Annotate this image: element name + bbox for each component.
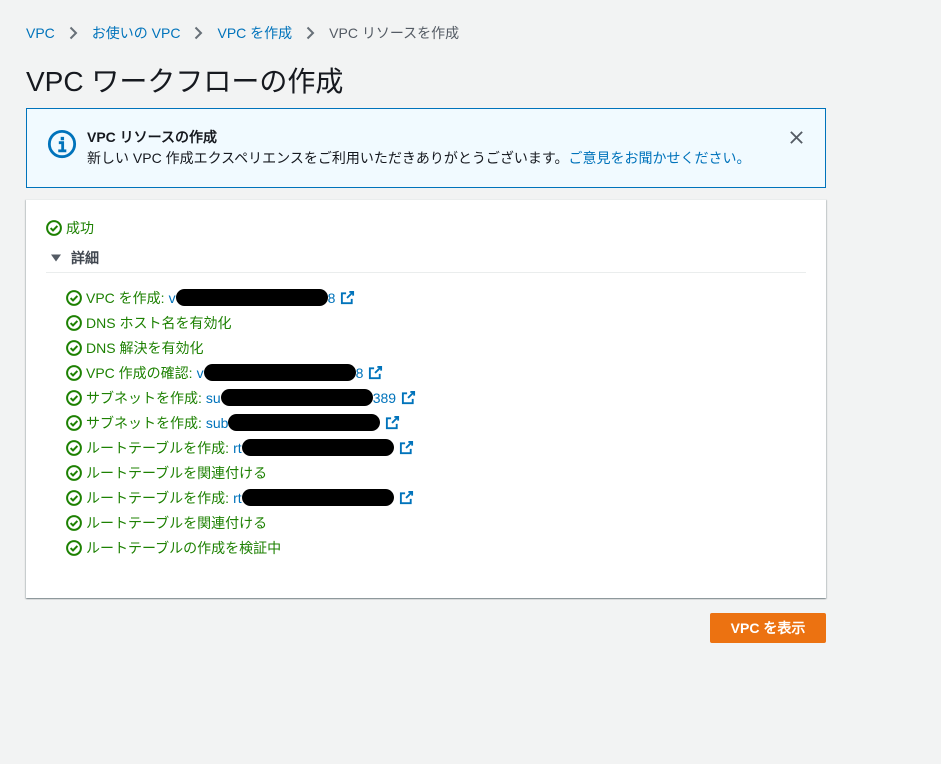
status-success-icon [66, 514, 82, 531]
status-indicator: 成功 [46, 218, 806, 238]
resource-id-suffix: 8 [355, 364, 364, 381]
caret-down-icon [51, 254, 61, 262]
resource-id-prefix: v [196, 364, 204, 381]
step-item: ルートテーブルの作成を検証中 [66, 535, 806, 560]
step-item: サブネットを作成: su 389 [66, 385, 806, 410]
flash-message-line: 新しい VPC 作成エクスペリエンスをご利用いただきありがとうございます。ご意見… [87, 147, 765, 169]
step-label: ルートテーブルを関連付ける [86, 514, 268, 531]
chevron-right-icon [69, 26, 78, 40]
resource-link[interactable]: v8 [197, 364, 384, 381]
step-label: VPC を作成: [86, 289, 165, 306]
resource-link[interactable]: rt [233, 489, 414, 506]
redaction-bar [241, 489, 394, 506]
step-label: ルートテーブルを作成: [86, 439, 230, 456]
step-label: ルートテーブルを関連付ける [86, 464, 268, 481]
status-success-icon [66, 489, 82, 506]
redaction-bar [228, 414, 381, 431]
external-link-icon[interactable] [399, 490, 414, 505]
step-label: VPC 作成の確認: [86, 364, 193, 381]
status-label: 成功 [66, 220, 94, 236]
breadcrumb-vpc-link[interactable]: VPC [26, 24, 55, 42]
status-success-icon [66, 389, 82, 406]
status-success-icon [46, 220, 62, 236]
status-success-icon [66, 314, 82, 331]
creation-result-container: 成功 詳細 VPC を作成: v8 DNS ホスト名を有効化 DNS 解決を有効… [26, 199, 826, 598]
step-label: ルートテーブルを作成: [86, 489, 230, 506]
step-label: サブネットを作成: [86, 389, 202, 406]
view-vpc-button[interactable]: VPC を表示 [710, 613, 826, 643]
breadcrumb: VPC お使いの VPC VPC を作成 VPC リソースを作成 [26, 24, 459, 42]
step-item: VPC を作成: v8 [66, 285, 806, 310]
step-label: ルートテーブルの作成を検証中 [86, 539, 282, 556]
chevron-right-icon [195, 26, 203, 40]
step-item: ルートテーブルを作成: rt [66, 485, 806, 510]
external-link-icon[interactable] [368, 365, 383, 380]
breadcrumb-your-vpcs-link[interactable]: お使いの VPC [92, 24, 181, 42]
status-success-icon [66, 539, 82, 556]
chevron-right-icon [306, 26, 315, 40]
resource-id-prefix: v [168, 289, 176, 306]
details-toggle-label: 詳細 [71, 250, 99, 266]
redaction-bar [241, 439, 394, 456]
feedback-link[interactable]: ご意見をお聞かせください。 [568, 150, 750, 166]
resource-id-prefix: sub [205, 414, 229, 431]
step-list: VPC を作成: v8 DNS ホスト名を有効化 DNS 解決を有効化 VPC … [46, 273, 806, 560]
step-item: サブネットを作成: sub [66, 410, 806, 435]
step-item: DNS ホスト名を有効化 [66, 310, 806, 335]
step-item: ルートテーブルを関連付ける [66, 510, 806, 535]
close-icon [789, 130, 803, 144]
info-flash: VPC リソースの作成 新しい VPC 作成エクスペリエンスをご利用いただきあり… [26, 108, 826, 188]
flash-message: 新しい VPC 作成エクスペリエンスをご利用いただきありがとうございます。 [87, 150, 569, 166]
step-item: ルートテーブルを関連付ける [66, 460, 806, 485]
resource-id-prefix: su [205, 389, 221, 406]
step-item: DNS 解決を有効化 [66, 335, 806, 360]
resource-link[interactable]: rt [233, 439, 414, 456]
status-success-icon [66, 339, 82, 356]
step-label: DNS 解決を有効化 [86, 339, 204, 356]
flash-content: VPC リソースの作成 新しい VPC 作成エクスペリエンスをご利用いただきあり… [87, 127, 765, 169]
status-success-icon [66, 364, 82, 381]
dismiss-button[interactable] [784, 125, 808, 149]
resource-id-suffix: 389 [372, 389, 397, 406]
resource-link[interactable]: v8 [169, 289, 356, 306]
resource-id-prefix: rt [233, 489, 242, 506]
step-label: DNS ホスト名を有効化 [86, 314, 232, 331]
breadcrumb-current-page: VPC リソースを作成 [329, 25, 460, 41]
resource-id-suffix: 8 [327, 289, 336, 306]
external-link-icon[interactable] [401, 390, 416, 405]
status-success-icon [66, 289, 82, 306]
status-success-icon [66, 414, 82, 431]
step-item: VPC 作成の確認: v8 [66, 360, 806, 385]
resource-link[interactable]: sub [206, 414, 401, 431]
resource-link[interactable]: su 389 [206, 389, 416, 406]
step-item: ルートテーブルを作成: rt [66, 435, 806, 460]
external-link-icon[interactable] [399, 440, 414, 455]
external-link-icon[interactable] [340, 290, 355, 305]
status-success-icon [66, 464, 82, 481]
resource-id-prefix: rt [233, 439, 242, 456]
status-success-icon [66, 439, 82, 456]
flash-title: VPC リソースの作成 [87, 129, 217, 145]
page-title: VPC ワークフローの作成 [26, 66, 344, 97]
details-toggle[interactable]: 詳細 [46, 248, 806, 273]
redaction-bar [203, 364, 356, 381]
breadcrumb-create-vpc-link[interactable]: VPC を作成 [217, 24, 292, 42]
external-link-icon[interactable] [385, 415, 400, 430]
info-icon [47, 129, 77, 159]
redaction-bar [175, 289, 328, 306]
step-label: サブネットを作成: [86, 414, 202, 431]
redaction-bar [220, 389, 373, 406]
